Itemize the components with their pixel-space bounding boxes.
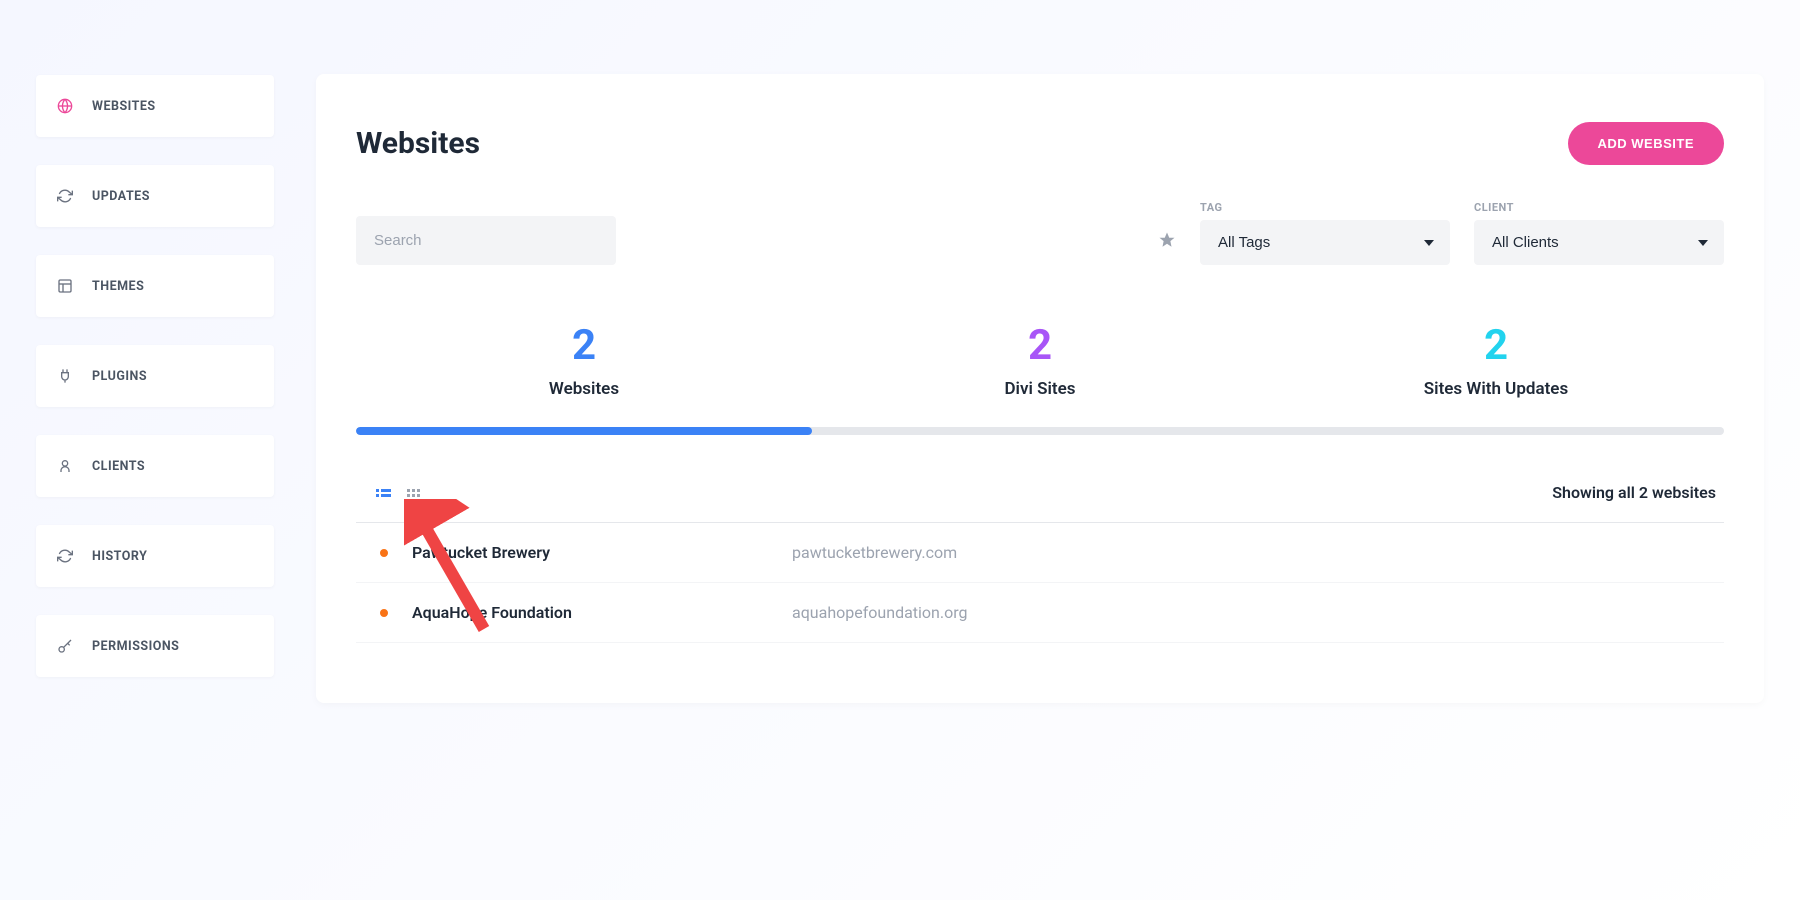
status-dot-icon [380, 549, 388, 557]
client-select[interactable]: All Clients [1474, 220, 1724, 265]
tag-filter: TAG All Tags [1200, 201, 1450, 265]
sidebar-item-label: THEMES [92, 279, 144, 294]
grid-view-icon[interactable] [407, 489, 420, 497]
client-filter-label: CLIENT [1474, 201, 1724, 214]
website-name: Pawtucket Brewery [412, 543, 792, 562]
main-panel: Websites ADD WEBSITE TAG All Tags CLIENT [316, 74, 1764, 703]
filters-row: TAG All Tags CLIENT All Clients [356, 201, 1724, 265]
header-row: Websites ADD WEBSITE [356, 122, 1724, 165]
table-row[interactable]: AquaHope Foundation aquahopefoundation.o… [356, 583, 1724, 643]
tag-filter-label: TAG [1200, 201, 1450, 214]
sidebar-item-label: PLUGINS [92, 369, 147, 384]
sidebar-item-themes[interactable]: THEMES [36, 255, 274, 317]
stat-value: 2 [1268, 325, 1724, 367]
tab-indicator-fill [356, 427, 812, 435]
list-header: Showing all 2 websites [356, 483, 1724, 522]
stat-sites-with-updates[interactable]: 2 Sites With Updates [1268, 313, 1724, 427]
stats-row: 2 Websites 2 Divi Sites 2 Sites With Upd… [356, 313, 1724, 427]
websites-table: Pawtucket Brewery pawtucketbrewery.com A… [356, 522, 1724, 643]
key-icon [56, 637, 74, 655]
website-url: pawtucketbrewery.com [792, 543, 957, 562]
sidebar-item-history[interactable]: HISTORY [36, 525, 274, 587]
sidebar-item-updates[interactable]: UPDATES [36, 165, 274, 227]
website-name: AquaHope Foundation [412, 603, 792, 622]
sidebar-item-label: PERMISSIONS [92, 639, 179, 654]
stat-value: 2 [356, 325, 812, 367]
client-filter: CLIENT All Clients [1474, 201, 1724, 265]
search-input[interactable] [356, 216, 616, 265]
user-icon [56, 457, 74, 475]
add-website-button[interactable]: ADD WEBSITE [1568, 122, 1725, 165]
sidebar-item-label: UPDATES [92, 189, 150, 204]
stat-label: Divi Sites [812, 379, 1268, 399]
stat-websites[interactable]: 2 Websites [356, 313, 812, 427]
sidebar-item-label: WEBSITES [92, 99, 156, 114]
sidebar-item-plugins[interactable]: PLUGINS [36, 345, 274, 407]
stat-label: Websites [356, 379, 812, 399]
refresh-icon [56, 187, 74, 205]
website-url: aquahopefoundation.org [792, 603, 967, 622]
sidebar-item-websites[interactable]: WEBSITES [36, 75, 274, 137]
sidebar-item-permissions[interactable]: PERMISSIONS [36, 615, 274, 677]
list-view-icon[interactable] [376, 489, 391, 497]
stat-label: Sites With Updates [1268, 379, 1724, 399]
star-icon[interactable] [1158, 231, 1176, 253]
view-toggles [376, 489, 420, 497]
sidebar-item-label: HISTORY [92, 549, 147, 564]
sidebar-item-clients[interactable]: CLIENTS [36, 435, 274, 497]
status-dot-icon [380, 609, 388, 617]
tag-select[interactable]: All Tags [1200, 220, 1450, 265]
table-row[interactable]: Pawtucket Brewery pawtucketbrewery.com [356, 523, 1724, 583]
refresh-icon [56, 547, 74, 565]
sidebar-item-label: CLIENTS [92, 459, 145, 474]
globe-icon [56, 97, 74, 115]
page-title: Websites [356, 126, 480, 161]
tab-indicator [356, 427, 1724, 435]
stat-divi-sites[interactable]: 2 Divi Sites [812, 313, 1268, 427]
layout-icon [56, 277, 74, 295]
plug-icon [56, 367, 74, 385]
sidebar: WEBSITES UPDATES THEMES PLUGINS CLIENTS [36, 50, 274, 703]
stat-value: 2 [812, 325, 1268, 367]
showing-count: Showing all 2 websites [1552, 483, 1716, 502]
